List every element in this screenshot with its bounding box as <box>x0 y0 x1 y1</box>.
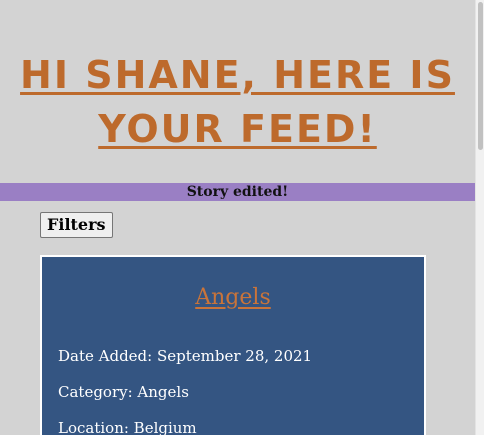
feed-heading-line-1: Hi Shane, here is <box>20 53 455 97</box>
story-category: Category: Angels <box>58 383 189 401</box>
story-edited-alert: Story edited! <box>0 183 475 201</box>
story-card: Angels Date Added: September 28, 2021 Ca… <box>40 255 426 435</box>
filters-button[interactable]: Filters <box>40 212 113 238</box>
alert-message: Story edited! <box>186 184 289 200</box>
story-title-link[interactable]: Angels <box>42 285 424 310</box>
feed-heading: Hi Shane, here is your Feed! <box>0 48 475 156</box>
story-date-added: Date Added: September 28, 2021 <box>58 347 313 365</box>
scrollbar-thumb[interactable] <box>478 2 483 150</box>
vertical-scrollbar[interactable] <box>475 0 484 435</box>
story-location: Location: Belgium <box>58 419 197 435</box>
feed-page: Hi Shane, here is your Feed! Story edite… <box>0 0 475 435</box>
feed-heading-line-2: your Feed! <box>98 107 377 151</box>
